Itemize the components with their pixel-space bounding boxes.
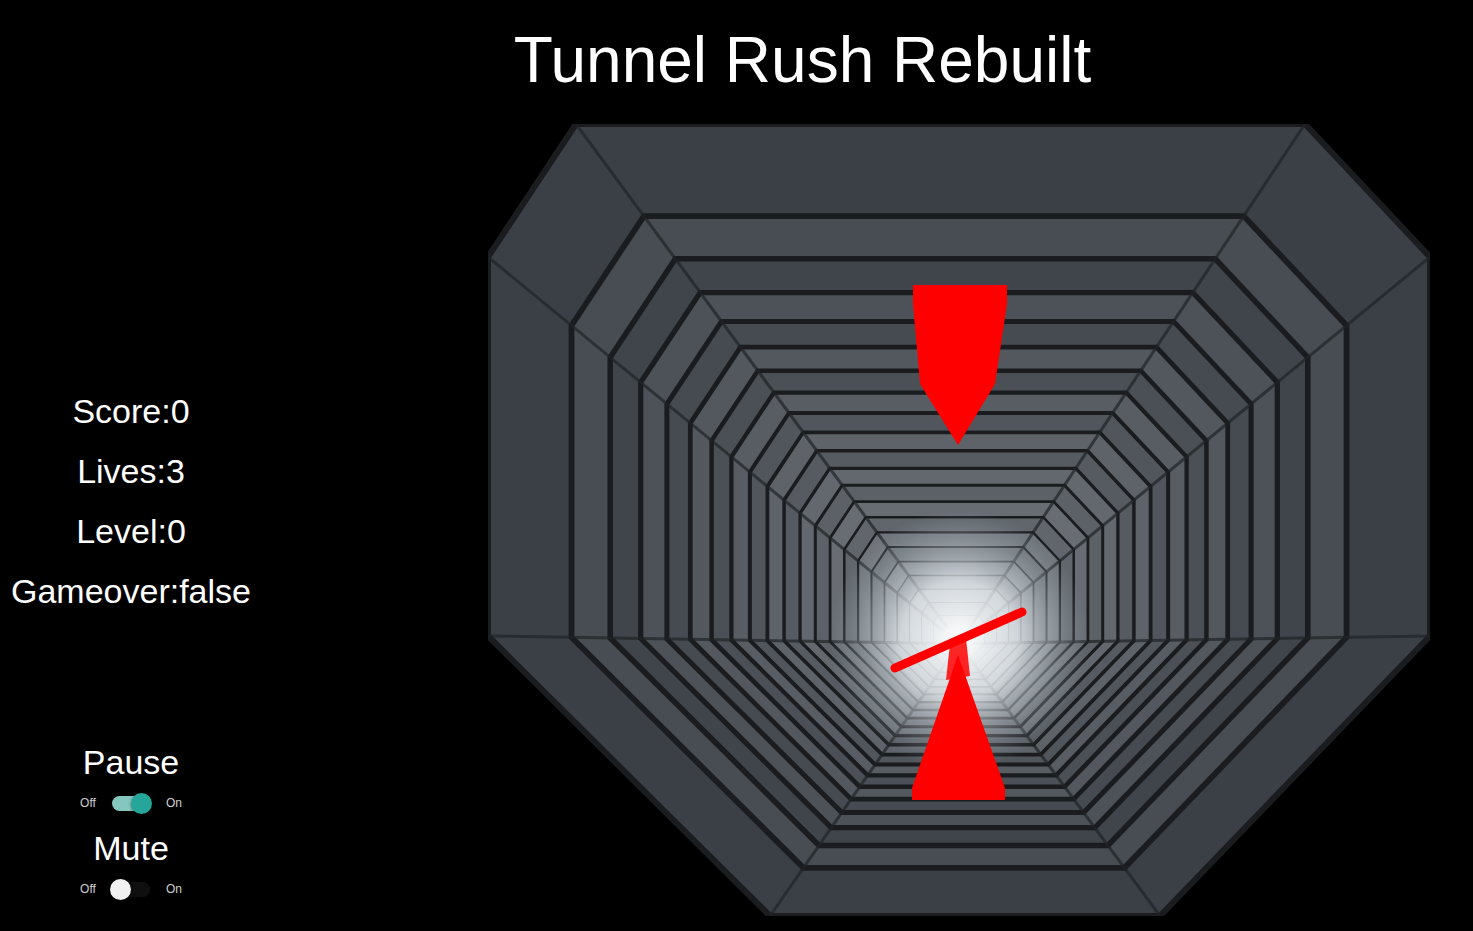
obstacle [946,638,970,680]
side-panel: Score:0Lives:3Level:0Gameover:false Pause… [0,0,262,931]
obstacle [913,285,1007,445]
switch-track[interactable] [112,882,150,897]
toggle-label: Pause [83,741,179,783]
stat-text: Score:0 [72,381,189,441]
game-area: Tunnel Rush Rebuilt [262,0,1473,931]
on-label: On [166,880,182,898]
stat-text: Level:0 [76,501,186,561]
switch-track[interactable] [112,796,150,811]
switch-knob[interactable] [131,793,152,814]
game-title: Tunnel Rush Rebuilt [262,0,1473,124]
toggle-switch[interactable]: Off On [80,869,182,909]
stat-text: Lives:3 [77,441,185,501]
off-label: Off [80,794,96,812]
toggle-label: Mute [93,827,169,869]
stat-text: Gameover:false [11,561,251,621]
toggle-switch[interactable]: Off On [80,783,182,823]
switch-knob[interactable] [110,879,131,900]
tunnel-canvas[interactable] [488,124,1430,916]
on-label: On [166,794,182,812]
off-label: Off [80,880,96,898]
